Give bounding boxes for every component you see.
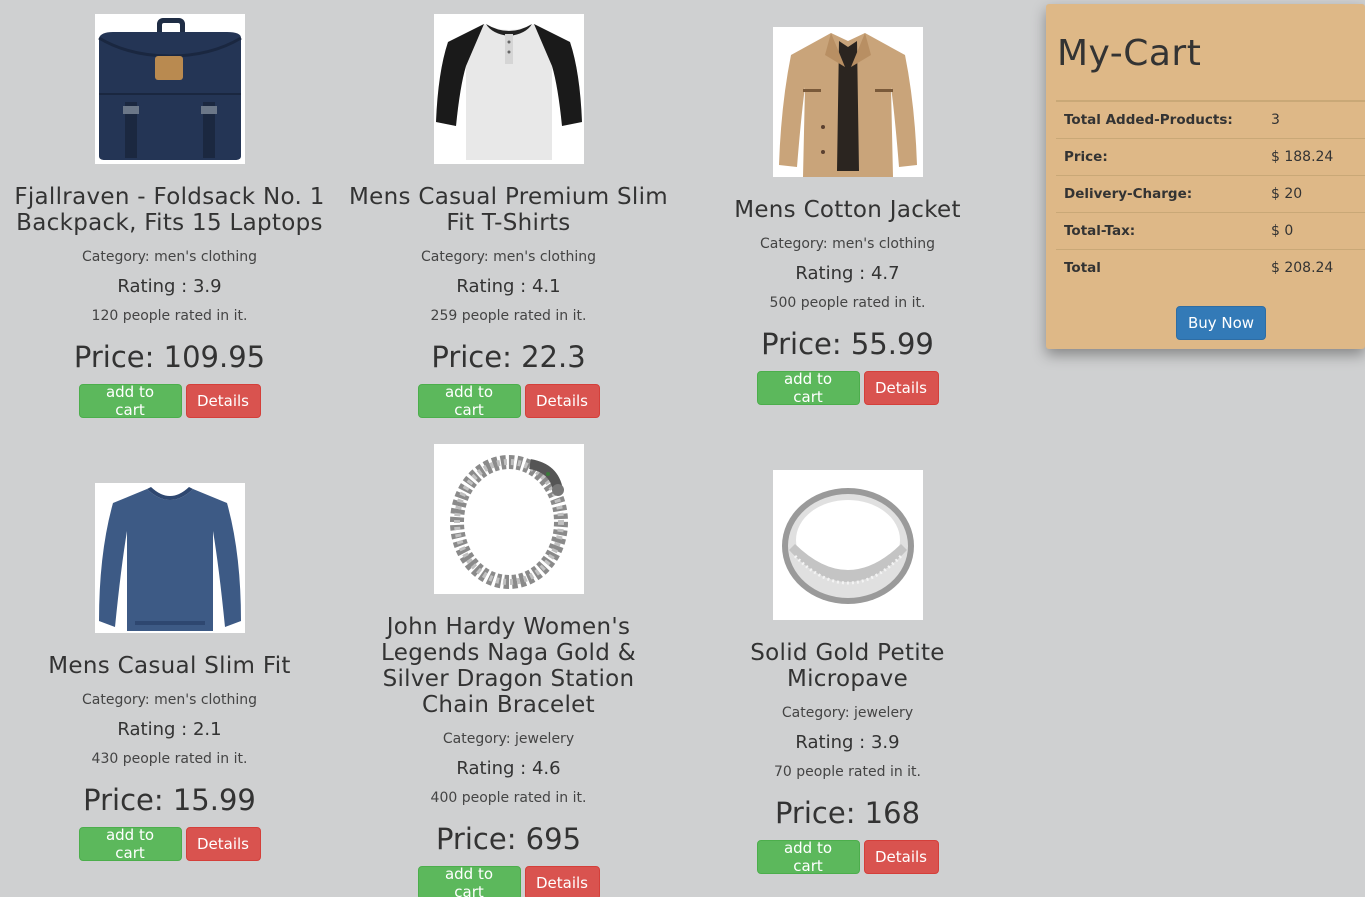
cart-row-value: $ 188.24	[1271, 148, 1334, 165]
jacket-image[interactable]	[772, 27, 923, 177]
product-actions: add to cart Details	[756, 839, 939, 875]
product-rating-count: 400 people rated in it.	[430, 790, 587, 806]
cart-row-total: Total $ 208.24	[1056, 249, 1365, 286]
product-title: Mens Casual Premium Slim Fit T-Shirts	[349, 184, 669, 236]
product-category: Category: jewelery	[442, 731, 575, 747]
product-category: Category: men's clothing	[421, 249, 596, 265]
product-rating: Rating : 3.9	[117, 276, 222, 297]
cart-row-value: $ 20	[1271, 185, 1303, 202]
add-to-cart-button[interactable]: add to cart	[417, 865, 521, 897]
add-to-cart-button[interactable]: add to cart	[78, 826, 182, 862]
product-actions: add to cart Details	[756, 370, 939, 406]
bracelet-image[interactable]	[433, 444, 584, 594]
product-title: John Hardy Women's Legends Naga Gold & S…	[381, 614, 636, 718]
cart-row-tax: Total-Tax: $ 0	[1056, 212, 1365, 249]
cart-row-label: Total-Tax:	[1064, 222, 1136, 239]
details-button[interactable]: Details	[524, 384, 600, 418]
backpack-image[interactable]	[94, 14, 245, 164]
product-title: Mens Cotton Jacket	[734, 197, 961, 223]
cart-row-label: Total	[1064, 259, 1101, 276]
cart-row-value: $ 0	[1271, 222, 1294, 239]
buy-now-button[interactable]: Buy Now	[1176, 306, 1266, 340]
product-rating: Rating : 4.1	[456, 276, 561, 297]
product-card: Mens Casual Premium Slim Fit T-Shirts Ca…	[339, 14, 678, 419]
details-button[interactable]: Details	[524, 866, 600, 897]
details-button[interactable]: Details	[185, 384, 261, 418]
product-price: Price: 109.95	[73, 340, 266, 374]
cart-row-value: 3	[1271, 111, 1280, 128]
tshirt-image[interactable]	[433, 14, 584, 164]
details-button[interactable]: Details	[863, 840, 939, 874]
details-button[interactable]: Details	[185, 827, 261, 861]
product-actions: add to cart Details	[78, 383, 261, 419]
product-category: Category: men's clothing	[760, 236, 935, 252]
product-rating-count: 500 people rated in it.	[769, 295, 926, 311]
cart-row-label: Total Added-Products:	[1064, 111, 1233, 128]
product-rating: Rating : 4.6	[456, 758, 561, 779]
product-card: Mens Cotton Jacket Category: men's cloth…	[678, 27, 1017, 406]
product-category: Category: jewelery	[781, 705, 914, 721]
product-price: Price: 15.99	[83, 783, 256, 817]
product-rating: Rating : 4.7	[795, 263, 900, 284]
product-card: Solid Gold Petite Micropave Category: je…	[678, 470, 1017, 875]
product-category: Category: men's clothing	[82, 692, 257, 708]
cart-title: My-Cart	[1057, 33, 1202, 74]
product-category: Category: men's clothing	[82, 249, 257, 265]
cart-panel: My-Cart Total Added-Products: 3 Price: $…	[1046, 4, 1365, 349]
cart-row-price: Price: $ 188.24	[1056, 138, 1365, 175]
product-title: Fjallraven - Foldsack No. 1 Backpack, Fi…	[14, 184, 325, 236]
product-title: Solid Gold Petite Micropave	[750, 640, 945, 692]
product-title: Mens Casual Slim Fit	[48, 653, 291, 679]
add-to-cart-button[interactable]: add to cart	[417, 383, 521, 419]
product-actions: add to cart Details	[417, 865, 600, 897]
details-button[interactable]: Details	[863, 371, 939, 405]
cart-summary-table: Total Added-Products: 3 Price: $ 188.24 …	[1056, 100, 1365, 286]
product-rating-count: 430 people rated in it.	[91, 751, 248, 767]
cart-row-label: Price:	[1064, 148, 1108, 165]
product-price: Price: 22.3	[431, 340, 586, 374]
product-rating-count: 120 people rated in it.	[91, 308, 248, 324]
product-actions: add to cart Details	[417, 383, 600, 419]
product-card: Mens Casual Slim Fit Category: men's clo…	[0, 483, 339, 862]
product-card: John Hardy Women's Legends Naga Gold & S…	[339, 444, 678, 897]
product-actions: add to cart Details	[78, 826, 261, 862]
ring-image[interactable]	[772, 470, 923, 620]
add-to-cart-button[interactable]: add to cart	[756, 839, 860, 875]
product-rating-count: 259 people rated in it.	[430, 308, 587, 324]
sweater-image[interactable]	[94, 483, 245, 633]
product-rating: Rating : 2.1	[117, 719, 222, 740]
cart-row-delivery: Delivery-Charge: $ 20	[1056, 175, 1365, 212]
product-price: Price: 168	[774, 796, 921, 830]
cart-row-total-products: Total Added-Products: 3	[1056, 101, 1365, 138]
product-rating-count: 70 people rated in it.	[774, 764, 921, 780]
product-grid: Fjallraven - Foldsack No. 1 Backpack, Fi…	[0, 0, 1020, 897]
add-to-cart-button[interactable]: add to cart	[756, 370, 860, 406]
product-price: Price: 695	[435, 822, 582, 856]
add-to-cart-button[interactable]: add to cart	[78, 383, 182, 419]
cart-row-value: $ 208.24	[1271, 259, 1334, 276]
product-rating: Rating : 3.9	[795, 732, 900, 753]
cart-row-label: Delivery-Charge:	[1064, 185, 1193, 202]
product-card: Fjallraven - Foldsack No. 1 Backpack, Fi…	[0, 14, 339, 419]
product-price: Price: 55.99	[761, 327, 934, 361]
